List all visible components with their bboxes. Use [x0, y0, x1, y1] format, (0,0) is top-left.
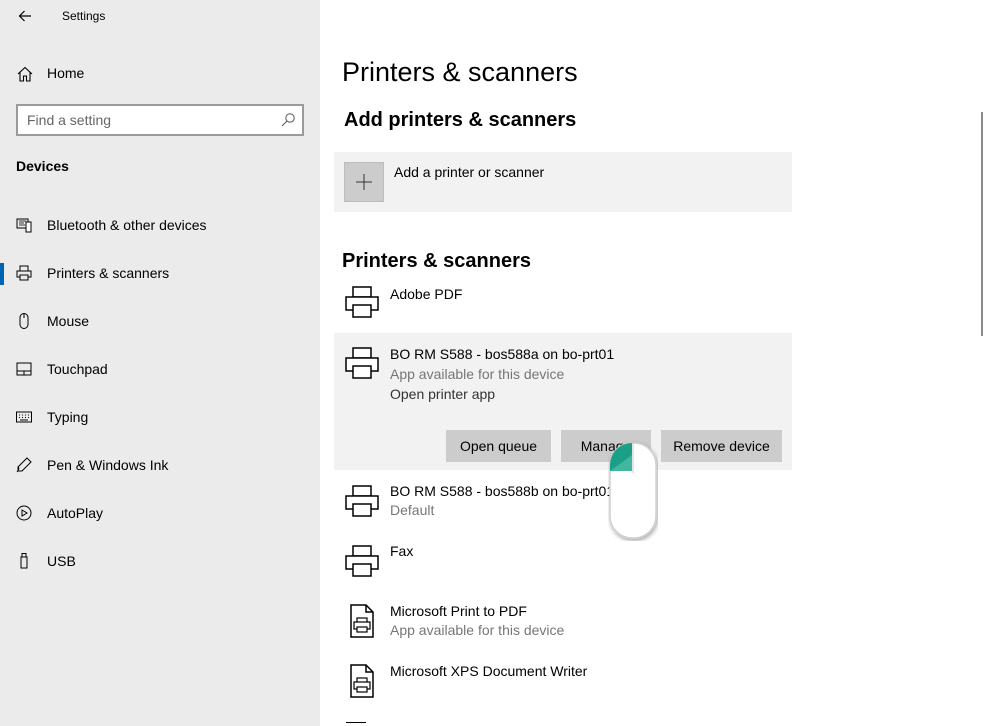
- printer-status: Default: [390, 502, 435, 518]
- app-title: Settings: [62, 9, 106, 23]
- printers-list-title: Printers & scanners: [342, 250, 531, 272]
- printer-item-selected[interactable]: BO RM S588 - bos588a on bo-prt01 App ava…: [334, 333, 792, 470]
- back-arrow-icon: [18, 10, 31, 22]
- home-icon: [17, 66, 33, 82]
- sidebar-item-label: Mouse: [47, 313, 90, 329]
- main-content: Printers & scanners Add printers & scann…: [320, 0, 985, 726]
- printer-name: BO RM S588 - bos588a on bo-prt01: [390, 346, 615, 362]
- sidebar-item-label: USB: [47, 553, 76, 569]
- keyboard-icon: [16, 411, 32, 423]
- scrollbar[interactable]: [981, 112, 983, 336]
- printer-status: App available for this device: [390, 366, 565, 382]
- sidebar-item-printers[interactable]: Printers & scanners: [0, 253, 320, 293]
- sidebar-item-touchpad[interactable]: Touchpad: [0, 349, 320, 389]
- sidebar-item-typing[interactable]: Typing: [0, 397, 320, 437]
- sidebar-item-label: Bluetooth & other devices: [47, 217, 207, 233]
- mouse-click-indicator-icon: [609, 442, 657, 539]
- sidebar-item-home[interactable]: Home: [0, 60, 320, 88]
- printer-name: Fax: [390, 543, 414, 559]
- add-printer-label: Add a printer or scanner: [394, 164, 545, 180]
- document-printer-icon: [350, 664, 374, 698]
- search-box[interactable]: [16, 104, 304, 136]
- sidebar: Settings Home Devices Bluetooth & other …: [0, 0, 320, 726]
- sidebar-item-usb[interactable]: USB: [0, 541, 320, 581]
- home-label: Home: [47, 65, 85, 81]
- open-queue-button[interactable]: Open queue: [446, 430, 551, 462]
- touchpad-icon: [16, 362, 32, 376]
- partial-list-item: [346, 722, 366, 726]
- sidebar-item-bluetooth[interactable]: Bluetooth & other devices: [0, 205, 320, 245]
- sidebar-item-autoplay[interactable]: AutoPlay: [0, 493, 320, 533]
- printer-status: App available for this device: [390, 622, 565, 638]
- printer-name: BO RM S588 - bos588b on bo-prt01: [390, 483, 615, 499]
- printer-name: Microsoft Print to PDF: [390, 603, 527, 619]
- plus-icon: [344, 162, 384, 202]
- bluetooth-devices-icon: [16, 218, 32, 233]
- printer-item[interactable]: BO RM S588 - bos588b on bo-prt01 Default: [334, 476, 792, 530]
- add-section-title: Add printers & scanners: [344, 109, 577, 131]
- printer-icon: [345, 347, 379, 379]
- sidebar-item-label: Printers & scanners: [47, 265, 170, 281]
- printer-icon: [345, 485, 379, 517]
- printer-icon: [16, 265, 32, 281]
- sidebar-item-label: AutoPlay: [47, 505, 104, 521]
- printer-item[interactable]: Microsoft XPS Document Writer: [334, 656, 792, 710]
- sidebar-item-label: Touchpad: [47, 361, 108, 377]
- document-printer-icon: [350, 604, 374, 638]
- remove-device-button[interactable]: Remove device: [661, 430, 782, 462]
- printer-item[interactable]: Fax: [334, 536, 792, 590]
- usb-icon: [20, 553, 28, 569]
- page-title: Printers & scanners: [342, 57, 578, 87]
- sidebar-item-pen[interactable]: Pen & Windows Ink: [0, 445, 320, 485]
- search-input[interactable]: [27, 111, 267, 129]
- fax-icon: [345, 545, 379, 577]
- section-label-devices: Devices: [16, 158, 69, 174]
- sidebar-item-label: Typing: [47, 409, 89, 425]
- printer-item[interactable]: Adobe PDF: [334, 280, 792, 330]
- back-button[interactable]: [14, 5, 36, 27]
- printer-name: Adobe PDF: [390, 286, 463, 302]
- printer-icon: [345, 286, 379, 318]
- mouse-icon: [19, 313, 29, 329]
- sidebar-item-label: Pen & Windows Ink: [47, 457, 169, 473]
- add-printer-button[interactable]: Add a printer or scanner: [334, 152, 792, 212]
- printer-name: Microsoft XPS Document Writer: [390, 663, 588, 679]
- sidebar-item-mouse[interactable]: Mouse: [0, 301, 320, 341]
- autoplay-icon: [16, 505, 32, 521]
- printer-item[interactable]: Microsoft Print to PDF App available for…: [334, 596, 792, 650]
- open-printer-app-link[interactable]: Open printer app: [390, 386, 495, 402]
- search-icon[interactable]: [280, 112, 296, 128]
- pen-icon: [16, 457, 32, 473]
